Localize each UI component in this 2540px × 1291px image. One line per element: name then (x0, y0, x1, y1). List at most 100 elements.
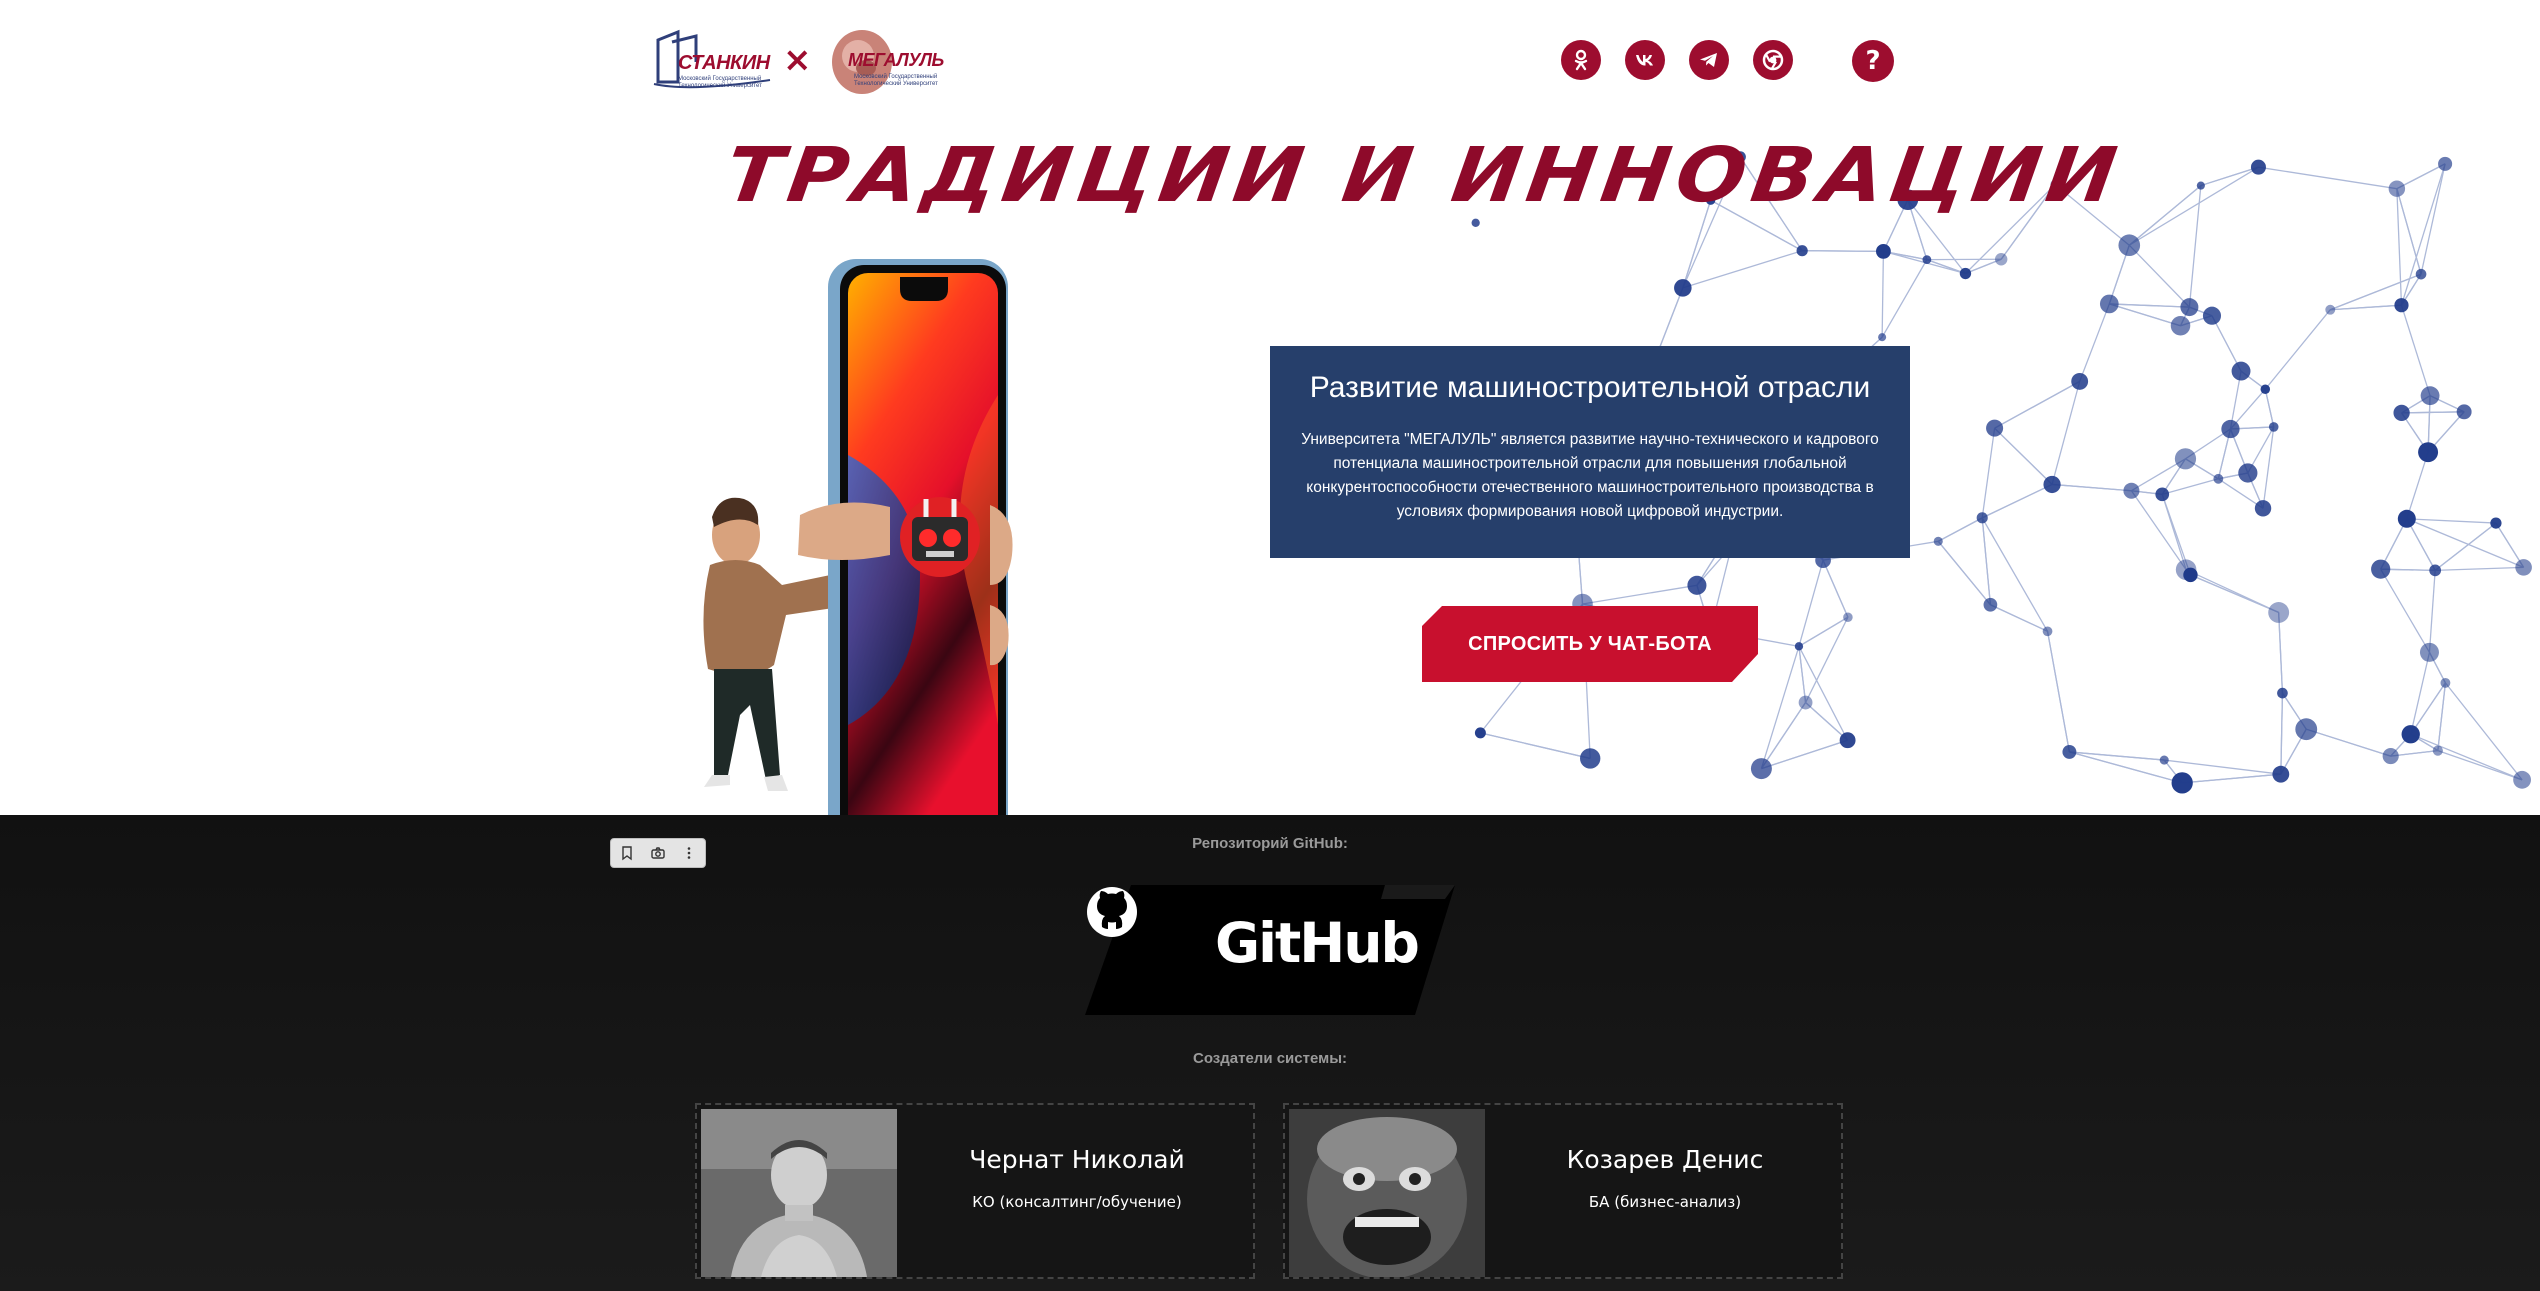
network-link (2264, 309, 2331, 390)
info-card: Развитие машиностроительной отрасли Унив… (1270, 346, 1910, 558)
network-node (2277, 687, 2288, 699)
network-link (2428, 570, 2436, 653)
network-node (2159, 755, 2169, 765)
network-node (2238, 463, 2258, 483)
image-toolbar (610, 838, 706, 868)
network-node (2371, 559, 2391, 579)
creator-photo (701, 1109, 897, 1277)
network-link (1798, 646, 1849, 741)
network-link (1990, 604, 2048, 632)
network-link (2280, 693, 2284, 775)
network-node (1687, 575, 1707, 595)
network-link (2109, 303, 2181, 327)
network-node (2429, 564, 2442, 577)
network-node (1474, 727, 1486, 739)
network-node (1986, 419, 2004, 437)
man-sweater (703, 560, 840, 676)
network-node (2062, 744, 2077, 759)
megalul-logo-text: МЕГАЛУЛЬ (848, 50, 944, 70)
network-link (1937, 517, 1983, 542)
creator-name: Чернат Николай (969, 1145, 1185, 1174)
megalul-logo[interactable]: МЕГАЛУЛЬ Московский Государственный Техн… (828, 22, 948, 102)
vk-icon (1636, 55, 1653, 66)
network-link (1760, 646, 1800, 769)
hand (798, 502, 890, 560)
more-vertical-icon (688, 847, 691, 859)
network-node (1580, 748, 1601, 769)
network-node (1878, 333, 1887, 342)
network-link (1798, 646, 1807, 703)
network-link (1994, 427, 2053, 485)
network-link (1480, 732, 1591, 760)
chrome-link[interactable] (1753, 40, 1793, 80)
help-button[interactable]: ? (1852, 40, 1894, 82)
vk-link[interactable] (1625, 40, 1665, 80)
odnoklassniki-link[interactable] (1561, 40, 1601, 80)
network-node (2260, 384, 2271, 394)
network-node (2268, 602, 2290, 623)
network-link (2182, 773, 2281, 784)
network-link (2437, 749, 2523, 781)
network-node (2513, 770, 2531, 789)
network-node (1843, 612, 1853, 622)
ask-chatbot-button[interactable]: СПРОСИТЬ У ЧАТ-БОТА (1422, 606, 1758, 682)
network-link (1981, 428, 1996, 518)
network-link (2264, 389, 2275, 428)
ask-chatbot-button-label: СПРОСИТЬ У ЧАТ-БОТА (1468, 632, 1712, 655)
network-node (2401, 725, 2420, 744)
network-node (2071, 372, 2089, 390)
bookmark-button[interactable] (611, 839, 642, 867)
network-node (2415, 268, 2427, 280)
network-node (2155, 487, 2170, 502)
network-node (1994, 253, 2008, 266)
telegram-link[interactable] (1689, 40, 1729, 80)
network-node (2325, 304, 2336, 315)
network-link (2130, 490, 2187, 571)
network-link (2406, 451, 2429, 519)
network-node (2490, 517, 2502, 529)
more-options-button[interactable] (674, 839, 705, 867)
network-node (2295, 718, 2318, 741)
network-link (1937, 540, 1991, 606)
network-link (2396, 188, 2422, 275)
network-node (1876, 243, 1891, 259)
network-node (2382, 748, 2399, 765)
network-node (2515, 559, 2532, 576)
network-link (1802, 250, 1884, 253)
network-node (2221, 419, 2240, 439)
network-node (1976, 512, 1988, 524)
github-link[interactable]: GitHub (1085, 885, 1455, 1015)
man-trousers (714, 669, 780, 780)
megalul-logo-subtitle: Московский Государственный Технологическ… (854, 74, 938, 87)
network-node (2268, 422, 2279, 432)
network-link (2444, 682, 2523, 781)
network-link (2051, 381, 2081, 485)
network-node (2099, 294, 2119, 314)
network-node (2272, 765, 2290, 783)
network-link (2046, 631, 2071, 753)
creator-role: БА (бизнес-анализ) (1588, 1193, 1742, 1211)
network-node (1674, 279, 1692, 297)
network-link (2200, 166, 2259, 187)
bookmark-icon (621, 846, 632, 861)
network-link (2435, 566, 2524, 572)
network-node (2171, 772, 2193, 794)
network-link (1682, 250, 1803, 289)
network-node (2196, 181, 2205, 190)
network-link (2109, 303, 2190, 308)
screenshot-button[interactable] (642, 839, 673, 867)
network-node (2183, 567, 2198, 583)
network-link (1822, 559, 1849, 618)
repository-label: Репозиторий GitHub: (1192, 835, 1348, 852)
network-node (1798, 695, 1813, 710)
network-node (2170, 315, 2191, 336)
hero-title: ТРАДИЦИИ И ИННОВАЦИИ (720, 132, 2128, 220)
network-link (2262, 426, 2275, 509)
stankin-logo[interactable]: СТАНКИН Московский Государственный Техно… (650, 22, 780, 102)
network-node (2440, 677, 2451, 688)
network-link (2258, 166, 2397, 190)
chrome-icon (1762, 49, 1784, 71)
network-node (2118, 234, 2141, 257)
creator-photo (1289, 1109, 1485, 1277)
network-node (1959, 267, 1972, 280)
